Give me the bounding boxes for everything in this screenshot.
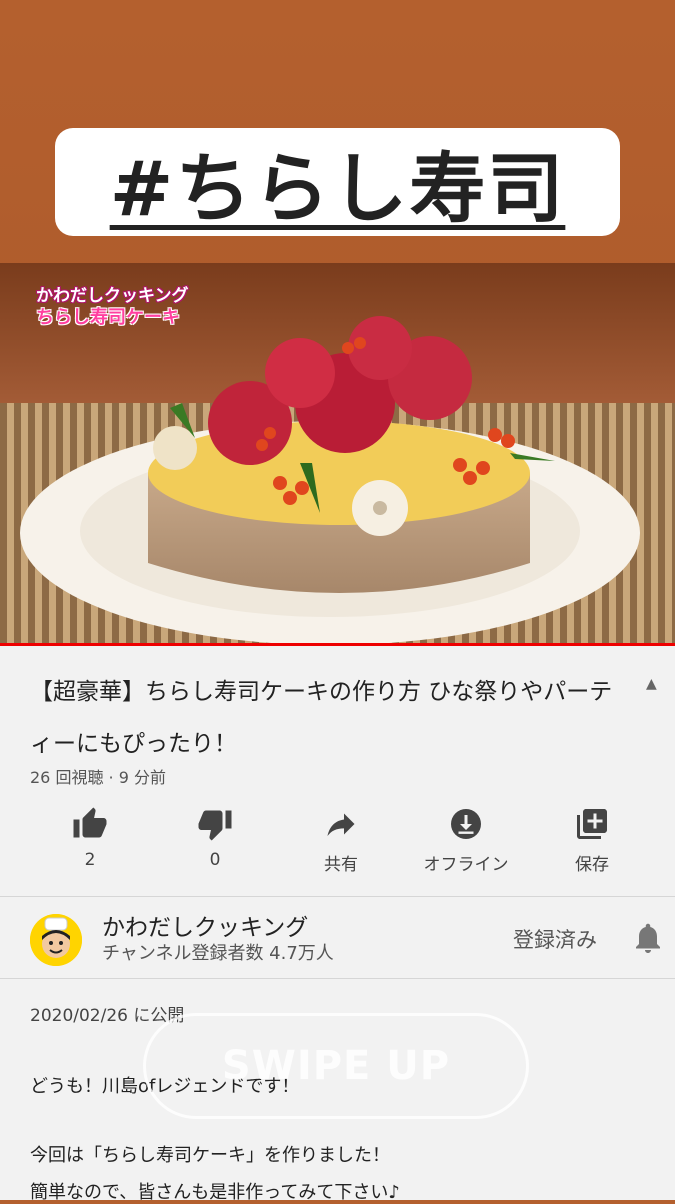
avatar-illustration xyxy=(30,914,82,966)
thumbs-up-icon xyxy=(73,807,107,838)
like-count: 2 xyxy=(84,850,96,870)
channel-avatar[interactable] xyxy=(30,914,82,966)
action-bar: 2 0 共有 オフライン 保存 xyxy=(28,806,648,876)
share-icon xyxy=(327,813,355,836)
divider xyxy=(0,896,675,897)
dislike-button[interactable]: 0 xyxy=(165,806,265,870)
publish-date: 2020/02/26 に公開 xyxy=(30,1006,185,1026)
channel-name[interactable]: かわだしクッキング xyxy=(102,908,308,942)
hashtag-sticker[interactable]: #ちらし寿司 xyxy=(55,128,620,236)
subscriber-count: チャンネル登録者数 4.7万人 xyxy=(102,943,334,964)
swipe-up-button[interactable]: SWIPE UP xyxy=(143,1013,529,1119)
subscribed-button[interactable]: 登録済み xyxy=(513,924,597,954)
video-player[interactable]: かわだしクッキング ちらし寿司ケーキ xyxy=(0,263,675,646)
offline-label: オフライン xyxy=(423,855,509,875)
save-button[interactable]: 保存 xyxy=(542,806,642,875)
playlist-add-icon xyxy=(577,809,607,839)
video-title: 【超豪華】ちらし寿司ケーキの作り方 ひな祭りやパーティーにもぴったり！ xyxy=(30,679,613,757)
video-overlay-title: ちらし寿司ケーキ xyxy=(36,307,180,328)
swipe-up-label: SWIPE UP xyxy=(221,1043,451,1089)
download-icon xyxy=(451,809,481,839)
video-meta: 26 回視聴 · 9 分前 xyxy=(30,768,166,787)
like-button[interactable]: 2 xyxy=(40,806,140,870)
offline-button[interactable]: オフライン xyxy=(416,806,516,875)
hashtag-text: #ちらし寿司 xyxy=(109,144,566,233)
save-label: 保存 xyxy=(575,855,609,875)
notification-bell-icon[interactable] xyxy=(630,920,666,960)
divider xyxy=(0,978,675,979)
dislike-count: 0 xyxy=(209,850,221,870)
description-line: 簡単なので、皆さんも是非作ってみて下さい♪ xyxy=(30,1182,400,1203)
description-line: 今回は「ちらし寿司ケーキ」を作りました！ xyxy=(30,1145,390,1166)
collapse-icon[interactable]: ▲ xyxy=(646,676,657,692)
share-label: 共有 xyxy=(324,855,358,875)
share-button[interactable]: 共有 xyxy=(291,806,391,875)
thumbs-down-icon xyxy=(198,810,232,841)
